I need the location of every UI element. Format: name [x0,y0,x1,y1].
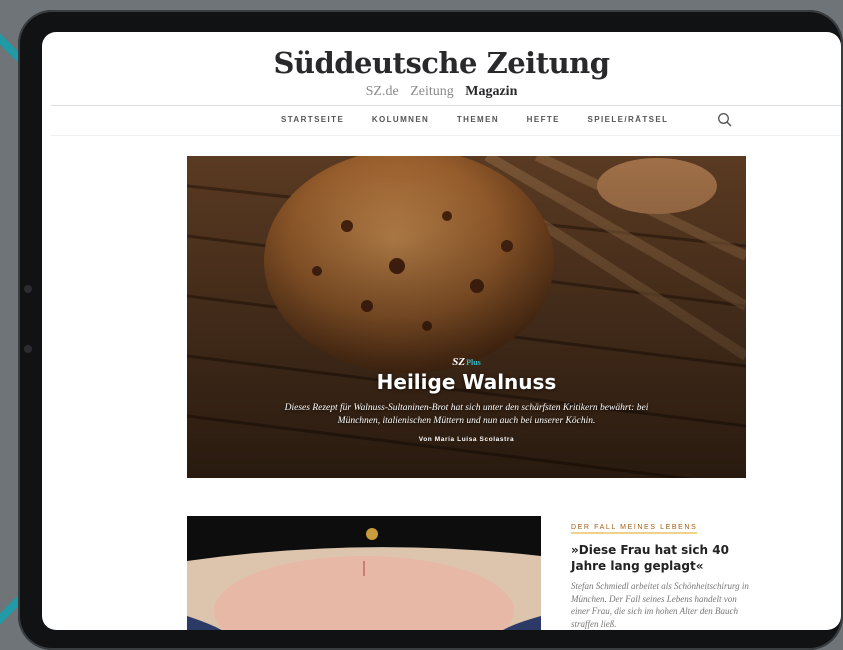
main-nav: STARTSEITE KOLUMNEN THEMEN HEFTE SPIELE/… [51,105,841,136]
camera-dot [24,285,32,293]
article-photo [187,516,541,630]
plus-badge-label: Plus [466,358,481,367]
nav-item-spiele-raetsel[interactable]: SPIELE/RÄTSEL [588,115,669,124]
hero-description: Dieses Rezept für Walnuss-Sultaninen-Bro… [284,403,649,426]
section-switcher: SZ.de Zeitung Magazin [42,84,841,100]
hero-author: Von Maria Luisa Scolastra [418,436,515,443]
nav-item-themen[interactable]: THEMEN [457,115,499,124]
hero-title[interactable]: Heilige Walnuss [187,370,746,394]
article-description: Stefan Schmiedl arbeitet als Schönheitsc… [571,581,749,629]
nav-item-kolumnen[interactable]: KOLUMNEN [372,115,429,124]
section-link-magazin[interactable]: Magazin [465,84,517,99]
hero-article[interactable]: SZPlus Heilige Walnuss Dieses Rezept für… [187,156,746,478]
search-icon[interactable] [717,112,733,128]
article-teaser: DER FALL MEINES LEBENS »Diese Frau hat s… [571,516,751,630]
article-kicker[interactable]: DER FALL MEINES LEBENS [571,524,698,534]
sz-plus-badge: SZPlus [187,356,746,368]
masthead: Süddeutsche Zeitung SZ.de Zeitung Magazi… [42,32,841,100]
tablet-frame: Süddeutsche Zeitung SZ.de Zeitung Magazi… [18,10,843,650]
hero-overlay: SZPlus Heilige Walnuss Dieses Rezept für… [187,356,746,443]
article-image[interactable] [187,516,541,630]
article-title[interactable]: »Diese Frau hat sich 40 Jahre lang gepla… [571,542,751,574]
nav-item-hefte[interactable]: HEFTE [527,115,560,124]
browser-screen: Süddeutsche Zeitung SZ.de Zeitung Magazi… [42,32,841,630]
section-link-sz-de[interactable]: SZ.de [366,84,399,99]
sz-badge-label: SZ [452,356,466,368]
sensor-dot [24,345,32,353]
section-link-zeitung[interactable]: Zeitung [410,84,454,99]
site-logo[interactable]: Süddeutsche Zeitung [42,46,841,80]
nav-item-startseite[interactable]: STARTSEITE [281,115,344,124]
